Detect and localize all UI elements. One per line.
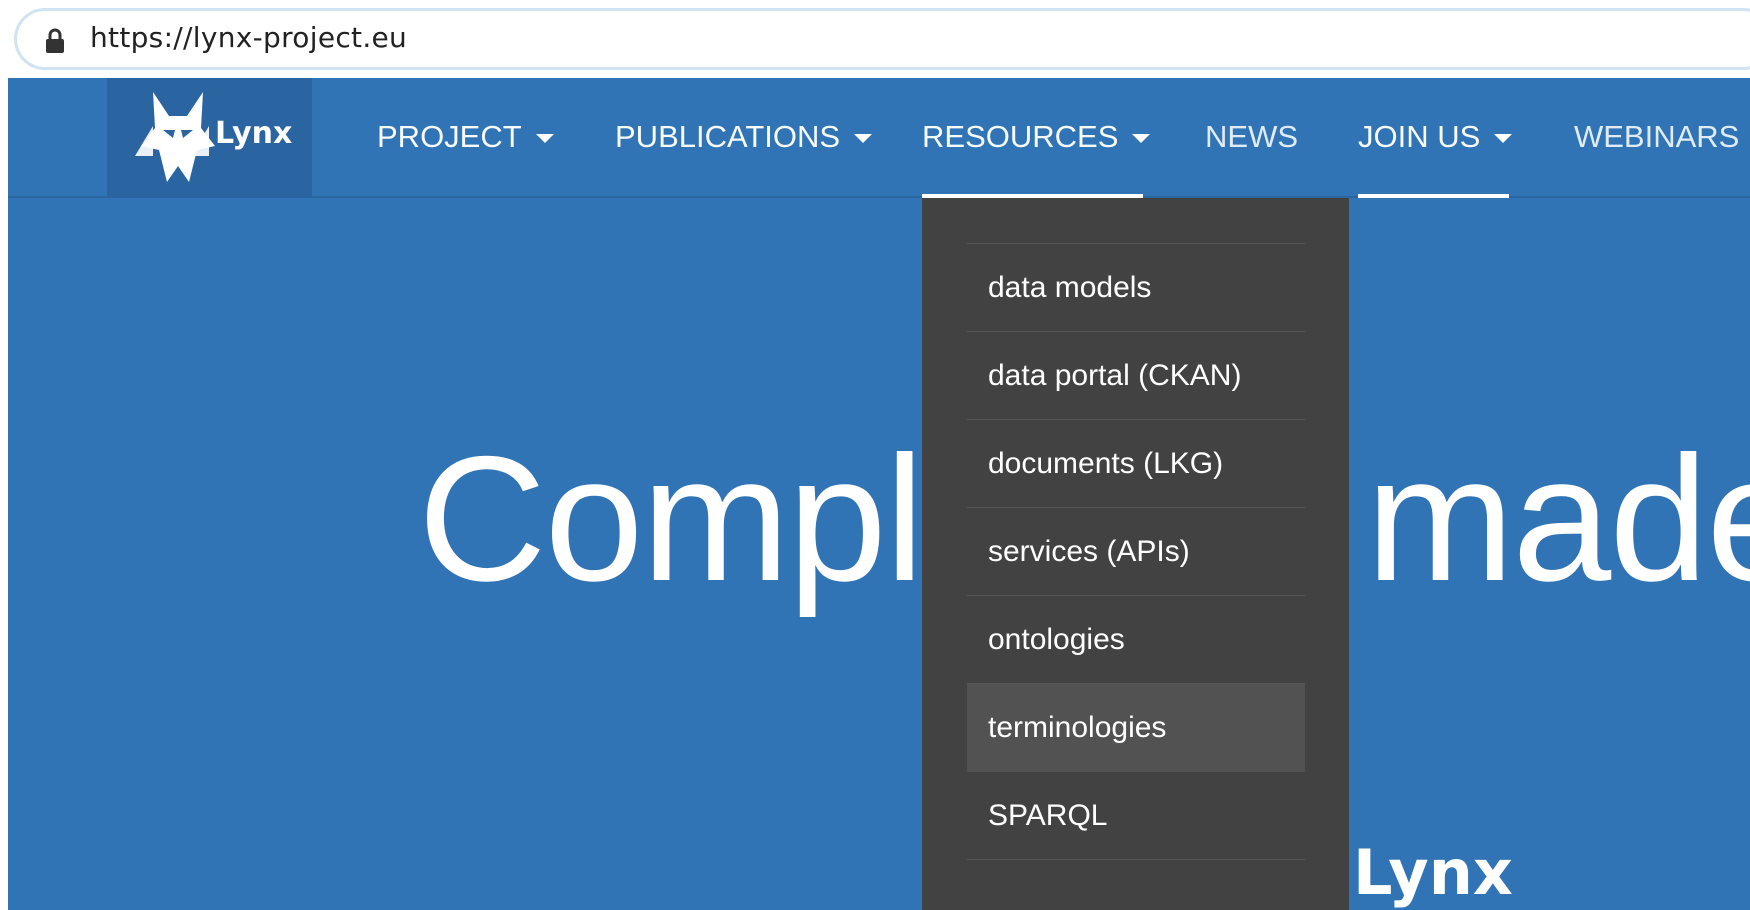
menu-item-label: SPARQL bbox=[988, 799, 1108, 832]
nav-webinars[interactable]: WEBINARS bbox=[1574, 78, 1739, 198]
menu-item-label: documents (LKG) bbox=[988, 447, 1224, 480]
hero-heading-left: Compl bbox=[418, 419, 924, 618]
nav-webinars-label: WEBINARS bbox=[1574, 119, 1740, 154]
logo-wordmark: Lynx bbox=[215, 116, 293, 151]
caret-down-icon bbox=[854, 134, 873, 144]
site-logo[interactable]: Lynx bbox=[107, 78, 312, 198]
caret-down-icon bbox=[1494, 134, 1513, 144]
menu-item-services[interactable]: services (APIs) bbox=[967, 508, 1305, 596]
menu-item-documents[interactable]: documents (LKG) bbox=[967, 420, 1305, 508]
menu-item-label: data portal (CKAN) bbox=[988, 359, 1242, 392]
nav-publications[interactable]: PUBLICATIONS bbox=[615, 78, 873, 198]
menu-item-label: services (APIs) bbox=[988, 535, 1190, 568]
menu-item-label: terminologies bbox=[988, 711, 1167, 744]
nav-join-us[interactable]: JOIN US bbox=[1358, 78, 1513, 198]
menu-item-sparql[interactable]: SPARQL bbox=[967, 772, 1305, 860]
menu-item-terminologies[interactable]: terminologies bbox=[967, 684, 1305, 772]
nav-resources[interactable]: RESOURCES bbox=[922, 78, 1151, 198]
menu-item-data-models[interactable]: data models bbox=[967, 244, 1305, 332]
lynx-cat-icon bbox=[135, 92, 215, 182]
hero-heading-right: made bbox=[1366, 419, 1750, 618]
site-page: Lynx PROJECT PUBLICATIONS RESOURCES NEWS… bbox=[8, 78, 1750, 910]
menu-item-label: ontologies bbox=[988, 623, 1125, 656]
nav-join-us-label: JOIN US bbox=[1358, 119, 1481, 154]
caret-down-icon bbox=[535, 134, 554, 144]
nav-project-label: PROJECT bbox=[377, 119, 522, 154]
nav-news[interactable]: NEWS bbox=[1205, 78, 1298, 198]
menu-item-label: data models bbox=[988, 271, 1152, 304]
url-text[interactable]: https://lynx-project.eu bbox=[90, 21, 407, 54]
top-navbar: Lynx PROJECT PUBLICATIONS RESOURCES NEWS… bbox=[8, 78, 1750, 198]
hero-logo-wordmark: Lynx bbox=[1353, 836, 1513, 909]
nav-resources-label: RESOURCES bbox=[922, 119, 1119, 154]
menu-item-ontologies[interactable]: ontologies bbox=[967, 596, 1305, 684]
caret-down-icon bbox=[1132, 134, 1151, 144]
active-underline bbox=[1358, 194, 1509, 198]
lock-icon bbox=[46, 28, 64, 53]
resources-dropdown-menu: data models data portal (CKAN) documents… bbox=[922, 198, 1349, 910]
nav-publications-label: PUBLICATIONS bbox=[615, 119, 841, 154]
nav-news-label: NEWS bbox=[1205, 119, 1298, 154]
nav-project[interactable]: PROJECT bbox=[377, 78, 554, 198]
menu-item-data-portal[interactable]: data portal (CKAN) bbox=[967, 332, 1305, 420]
